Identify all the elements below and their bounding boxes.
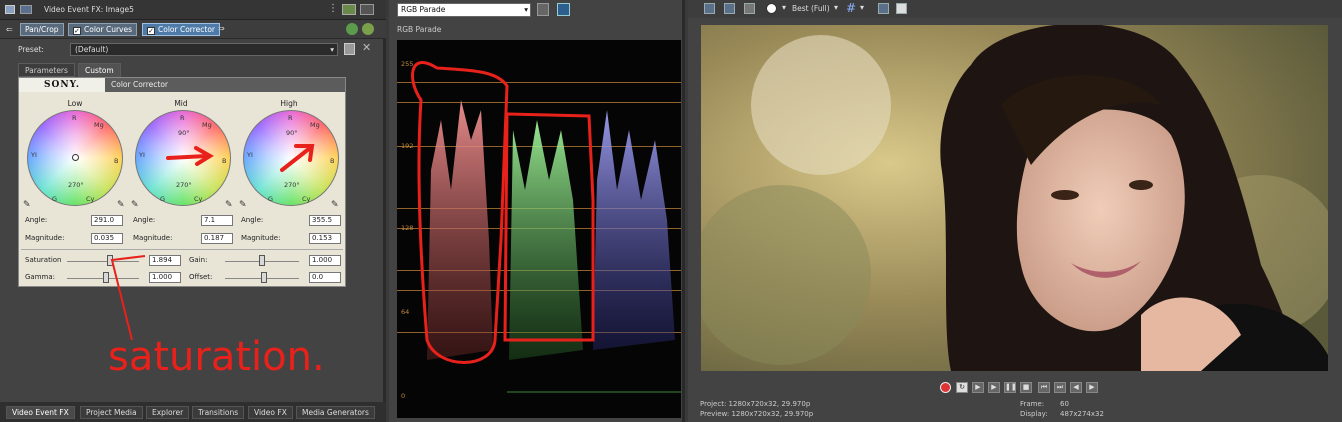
- chevron-down-icon[interactable]: ▾: [782, 3, 786, 12]
- chevron-down-icon[interactable]: ▾: [834, 3, 838, 12]
- chevron-down-icon[interactable]: ▾: [860, 3, 864, 12]
- grid-icon[interactable]: #: [846, 1, 856, 15]
- display-value: 487x274x32: [1060, 410, 1104, 418]
- save-snapshot-icon[interactable]: [896, 3, 907, 14]
- preview-video-frame: [701, 25, 1328, 371]
- copy-snapshot-icon[interactable]: [878, 3, 889, 14]
- update-scope-icon[interactable]: [537, 3, 549, 16]
- red-annotation-overlay: saturation.: [108, 144, 325, 380]
- video-event-fx-panel: Video Event FX: Image5 ⋮ ⇐ Pan/Crop ✓ Col…: [0, 0, 386, 422]
- scope-settings-icon[interactable]: [557, 3, 570, 16]
- next-frame-button[interactable]: ▶: [1086, 382, 1098, 393]
- saturation-pointer: [110, 255, 146, 341]
- tab-video-event-fx[interactable]: Video Event FX: [6, 406, 75, 419]
- video-preview-panel: ▾ Best (Full) ▾ # ▾ ↻ ▶ ▶ ❚❚ ■ ⏮ ⏭ ◀ ▶ P…: [688, 0, 1342, 422]
- split-screen-icon[interactable]: [744, 3, 755, 14]
- project-info: Project: 1280x720x32, 29.970p: [700, 400, 811, 408]
- tab-transitions[interactable]: Transitions: [192, 406, 245, 419]
- go-to-start-button[interactable]: ⏮: [1038, 382, 1050, 393]
- transport-controls: ↻ ▶ ▶ ❚❚ ■ ⏮ ⏭ ◀ ▶: [688, 378, 1342, 398]
- blue-channel-waveform: [593, 110, 675, 350]
- green-channel-waveform: [509, 120, 583, 360]
- left-eye: [1051, 190, 1079, 200]
- overlays-icon[interactable]: [766, 3, 777, 14]
- display-label: Display:: [1020, 410, 1048, 418]
- mid-arrow-shaft: [166, 154, 208, 160]
- preview-toolbar: ▾ Best (Full) ▾ # ▾: [688, 0, 1342, 18]
- previous-frame-button[interactable]: ◀: [1070, 382, 1082, 393]
- tab-project-media[interactable]: Project Media: [80, 406, 143, 419]
- scope-title: RGB Parade: [397, 25, 442, 34]
- parade-waveforms: [411, 61, 681, 393]
- video-scopes-panel: RGB Parade ▾ RGB Parade 255 192 128 64 0: [389, 0, 685, 422]
- rgb-parade-display: 255 192 128 64 0: [397, 40, 681, 418]
- pause-button[interactable]: ❚❚: [1004, 382, 1017, 393]
- preview-status: Project: 1280x720x32, 29.970p Preview: 1…: [688, 398, 1342, 422]
- scope-mode-value: RGB Parade: [401, 5, 446, 14]
- frame-label: Frame:: [1020, 400, 1045, 408]
- project-properties-icon[interactable]: [704, 3, 715, 14]
- window-docking-tabs: Video Event FX Project Media Explorer Tr…: [0, 402, 386, 422]
- chevron-down-icon: ▾: [524, 5, 528, 14]
- red-channel-waveform: [427, 100, 493, 360]
- external-monitor-icon[interactable]: [724, 3, 735, 14]
- stop-button[interactable]: ■: [1020, 382, 1032, 393]
- high-arrow-shaft: [280, 146, 312, 172]
- scope-mode-dropdown[interactable]: RGB Parade ▾: [397, 3, 531, 17]
- right-eye: [1129, 180, 1153, 190]
- preview-quality-dropdown[interactable]: Best (Full): [792, 4, 830, 13]
- record-button[interactable]: [940, 382, 951, 393]
- play-button[interactable]: ▶: [988, 382, 1000, 393]
- loop-button[interactable]: ↻: [956, 382, 968, 393]
- tab-explorer[interactable]: Explorer: [146, 406, 190, 419]
- go-to-end-button[interactable]: ⏭: [1054, 382, 1066, 393]
- frame-value: 60: [1060, 400, 1069, 408]
- saturation-annotation: saturation.: [108, 334, 325, 380]
- tab-video-fx[interactable]: Video FX: [248, 406, 293, 419]
- preview-info: Preview: 1280x720x32, 29.970p: [700, 410, 814, 418]
- portrait-image: [701, 25, 1328, 371]
- play-from-start-button[interactable]: ▶: [972, 382, 984, 393]
- tab-media-generators[interactable]: Media Generators: [296, 406, 375, 419]
